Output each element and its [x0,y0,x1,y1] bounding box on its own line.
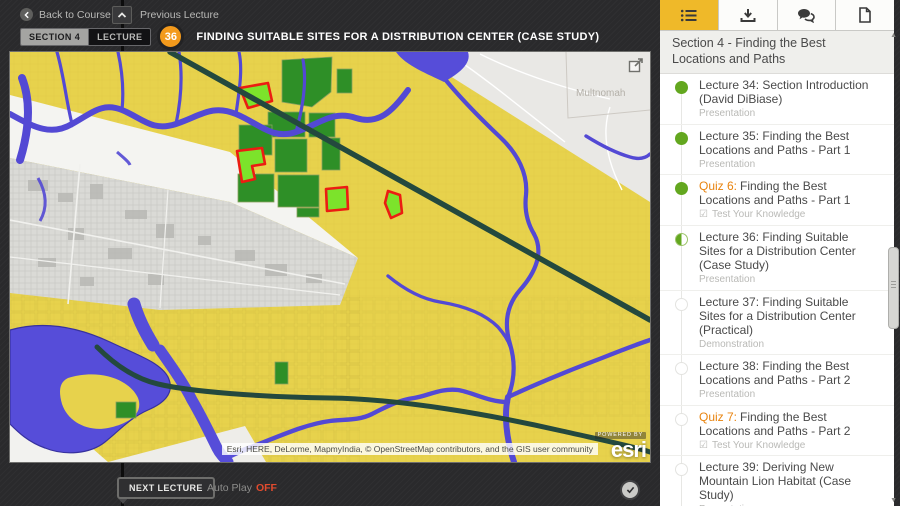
lecture-badge: LECTURE [88,27,152,46]
lesson-type: Test Your Knowledge [711,209,806,221]
map-viewer[interactable]: Multnomah Esri, HERE, DeLorme, MapmyIndi… [9,51,651,463]
section-header: Section 4 - Finding the Best Locations a… [660,31,894,75]
progress-complete-icon [675,182,688,196]
lesson-type: Presentation [699,274,756,286]
back-arrow-icon [20,8,33,21]
progress-not-started-icon [675,412,688,426]
autoplay-toggle[interactable]: Auto Play OFF [207,482,277,494]
lecture-title: FINDING SUITABLE SITES FOR A DISTRIBUTIO… [196,30,600,43]
mark-complete-button[interactable] [620,480,640,500]
checkbox-icon: ☑ [699,209,708,221]
progress-not-started-icon [675,463,688,477]
list-item-lecture-35[interactable]: Lecture 35: Finding the Best Locations a… [660,125,894,176]
checkbox-icon: ☑ [699,439,708,451]
map-attribution: Esri, HERE, DeLorme, MapmyIndia, © OpenS… [221,443,598,455]
county-label: Multnomah [576,88,625,99]
tab-notes[interactable] [836,0,894,30]
next-lecture-button[interactable]: NEXT LECTURE [117,477,215,499]
list-item-lecture-34[interactable]: Lecture 34: Section Introduction (David … [660,74,894,125]
document-icon [859,7,871,23]
esri-logo: POWERED BY esri [594,431,647,462]
lesson-title: Lecture 39: Deriving New Mountain Lion H… [699,460,852,503]
progress-complete-icon [675,131,688,145]
lesson-title: Lecture 34: Section Introduction (David … [699,78,869,107]
previous-lecture-button[interactable]: Previous Lecture [112,6,219,24]
back-to-course-button[interactable]: Back to Course [20,8,111,21]
list-item-lecture-36[interactable]: Lecture 36: Finding Suitable Sites for a… [660,226,894,291]
quiz-label: Quiz 7: [699,409,738,424]
lesson-title: Lecture 35: Finding the Best Locations a… [699,128,851,157]
esri-brand-text: esri [610,437,647,462]
list-item-quiz-7[interactable]: Quiz 7: Finding the Best Locations and Pa… [660,406,894,457]
lesson-title: Lecture 38: Finding the Best Locations a… [699,359,851,388]
scroll-down-arrow[interactable]: ▼ [890,497,897,504]
lesson-type: Demonstration [699,338,765,350]
quiz-label: Quiz 6: [699,179,738,194]
lesson-title: Lecture 37: Finding Suitable Sites for a… [699,294,856,337]
chevron-up-icon [112,6,132,24]
tab-lecture-list[interactable] [660,0,719,30]
progress-in-progress-icon [675,232,688,246]
progress-not-started-icon [675,362,688,376]
progress-not-started-icon [675,297,688,311]
section-badge: SECTION 4 [20,27,89,46]
lecture-list: Lecture 34: Section Introduction (David … [660,74,894,506]
sidebar-tabs [660,0,894,31]
expand-icon[interactable] [628,57,644,73]
lesson-type: Test Your Knowledge [711,439,806,451]
list-item-quiz-6[interactable]: Quiz 6: Finding the Best Locations and Pa… [660,175,894,226]
progress-complete-icon [675,81,688,95]
tab-downloads[interactable] [718,0,778,30]
suitability-map[interactable]: Multnomah [10,52,650,462]
course-sidebar: Section 4 - Finding the Best Locations a… [660,0,900,506]
list-item-lecture-37[interactable]: Lecture 37: Finding Suitable Sites for a… [660,291,894,356]
lesson-title: Lecture 36: Finding Suitable Sites for a… [699,229,856,272]
lesson-type: Presentation [699,389,756,401]
lesson-type: Presentation [699,158,756,170]
course-player: Back to Course Previous Lecture SECTION … [0,0,900,506]
chat-icon [798,8,816,23]
scrollbar-thumb[interactable] [888,247,899,329]
lecture-header: SECTION 4 LECTURE 36 FINDING SUITABLE SI… [20,23,599,50]
lesson-type: Presentation [699,108,756,120]
list-item-lecture-38[interactable]: Lecture 38: Finding the Best Locations a… [660,355,894,406]
previous-lecture-label: Previous Lecture [140,9,219,21]
scroll-up-arrow[interactable]: ▲ [890,32,897,39]
lecture-number-badge: 36 [157,23,185,50]
download-icon [740,8,756,22]
list-icon [681,9,697,21]
autoplay-state: OFF [255,482,277,494]
back-to-course-label: Back to Course [39,8,111,21]
list-item-lecture-39[interactable]: Lecture 39: Deriving New Mountain Lion H… [660,456,894,506]
autoplay-label: Auto Play [207,482,252,494]
tab-discussions[interactable] [777,0,837,30]
